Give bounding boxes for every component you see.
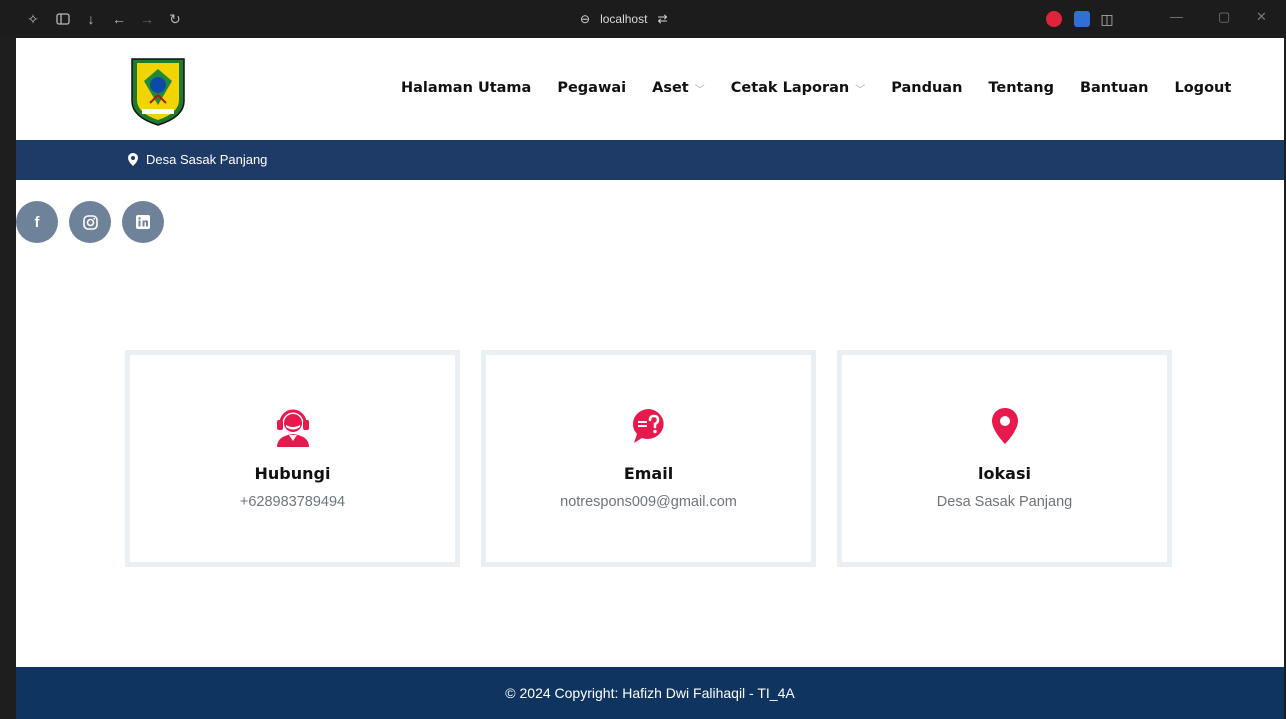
chevron-down-icon: ﹀ bbox=[855, 84, 866, 96]
footer-copyright: © 2024 Copyright: Hafizh Dwi Falihaqil -… bbox=[505, 685, 795, 701]
browser-menu-icon[interactable]: ✧ bbox=[24, 10, 42, 28]
top-info-bar: Desa Sasak Panjang bbox=[16, 140, 1284, 180]
instagram-button[interactable] bbox=[69, 201, 111, 243]
main-nav: Halaman Utama Pegawai Aset ﹀ Cetak Lapora… bbox=[401, 80, 1257, 96]
link-icon: ⊖ bbox=[580, 12, 591, 26]
site-header: Halaman Utama Pegawai Aset ﹀ Cetak Lapora… bbox=[16, 38, 1284, 140]
extension-shield-icon[interactable] bbox=[1046, 11, 1062, 27]
extension-download-icon[interactable] bbox=[1074, 11, 1090, 27]
card-title: Hubungi bbox=[254, 464, 331, 483]
address-bar[interactable]: ⊖ localhost ⇄ bbox=[580, 10, 668, 28]
browser-toolbar: ✧ ↓ ← → ↻ ⊖ localhost ⇄ ◫ — ▢ ✕ bbox=[0, 0, 1286, 38]
split-view-icon[interactable]: ◫ bbox=[1098, 10, 1116, 28]
sidebar-toggle-icon[interactable] bbox=[54, 10, 72, 28]
minimize-icon[interactable]: — bbox=[1170, 9, 1183, 24]
nav-item-label: Pegawai bbox=[557, 80, 627, 96]
nav-item-label: Halaman Utama bbox=[401, 80, 532, 96]
location-pin-icon bbox=[842, 405, 1167, 447]
instagram-icon bbox=[82, 214, 98, 230]
card-value: Desa Sasak Panjang bbox=[936, 494, 1073, 510]
back-icon[interactable]: ← bbox=[110, 10, 128, 28]
nav-item-label: Cetak Laporan bbox=[730, 80, 850, 96]
nav-item-label: Tentang bbox=[988, 80, 1054, 96]
contact-card-phone: Hubungi +628983789494 bbox=[125, 350, 460, 567]
card-title: Email bbox=[623, 464, 674, 483]
close-icon[interactable]: ✕ bbox=[1256, 9, 1267, 25]
nav-item-pegawai[interactable]: Pegawai bbox=[557, 80, 626, 96]
nav-item-panduan[interactable]: Panduan bbox=[891, 80, 962, 96]
card-title: lokasi bbox=[978, 464, 1031, 483]
linkedin-icon bbox=[136, 215, 150, 229]
nav-item-tentang[interactable]: Tentang bbox=[988, 80, 1054, 96]
reload-icon[interactable]: ↻ bbox=[166, 10, 184, 28]
nav-item-cetak-laporan[interactable]: Cetak Laporan ﹀ bbox=[731, 80, 866, 96]
nav-item-label: Bantuan bbox=[1079, 80, 1149, 96]
nav-item-label: Panduan bbox=[891, 80, 963, 96]
card-value: notrespons009@gmail.com bbox=[560, 494, 737, 510]
contact-card-location: lokasi Desa Sasak Panjang bbox=[837, 350, 1172, 567]
web-page: Halaman Utama Pegawai Aset ﹀ Cetak Lapora… bbox=[16, 38, 1284, 719]
maximize-icon[interactable]: ▢ bbox=[1218, 9, 1230, 25]
download-icon[interactable]: ↓ bbox=[82, 10, 100, 28]
customer-service-icon bbox=[130, 405, 455, 447]
facebook-icon: f bbox=[34, 213, 40, 231]
address-text: localhost bbox=[600, 12, 648, 26]
nav-item-aset[interactable]: Aset ﹀ bbox=[652, 80, 705, 96]
facebook-button[interactable]: f bbox=[16, 201, 58, 243]
nav-item-label: Logout bbox=[1174, 80, 1232, 96]
site-logo[interactable] bbox=[128, 55, 188, 127]
nav-item-halaman-utama[interactable]: Halaman Utama bbox=[401, 80, 531, 96]
nav-item-label: Aset bbox=[652, 80, 689, 96]
card-value: +628983789494 bbox=[239, 494, 346, 510]
map-marker-icon bbox=[128, 153, 138, 166]
window-edge-left bbox=[0, 38, 16, 719]
linkedin-button[interactable] bbox=[122, 201, 164, 243]
chevron-down-icon: ﹀ bbox=[694, 84, 705, 96]
topbar-location-text: Desa Sasak Panjang bbox=[146, 152, 268, 167]
contact-card-email: Email notrespons009@gmail.com bbox=[481, 350, 816, 567]
forward-icon[interactable]: → bbox=[138, 10, 156, 28]
chat-question-icon bbox=[486, 405, 811, 447]
site-settings-icon[interactable]: ⇄ bbox=[657, 12, 667, 26]
nav-item-logout[interactable]: Logout bbox=[1174, 80, 1231, 96]
topbar-location: Desa Sasak Panjang bbox=[128, 152, 267, 167]
site-footer: © 2024 Copyright: Hafizh Dwi Falihaqil -… bbox=[16, 667, 1284, 719]
nav-item-bantuan[interactable]: Bantuan bbox=[1080, 80, 1149, 96]
